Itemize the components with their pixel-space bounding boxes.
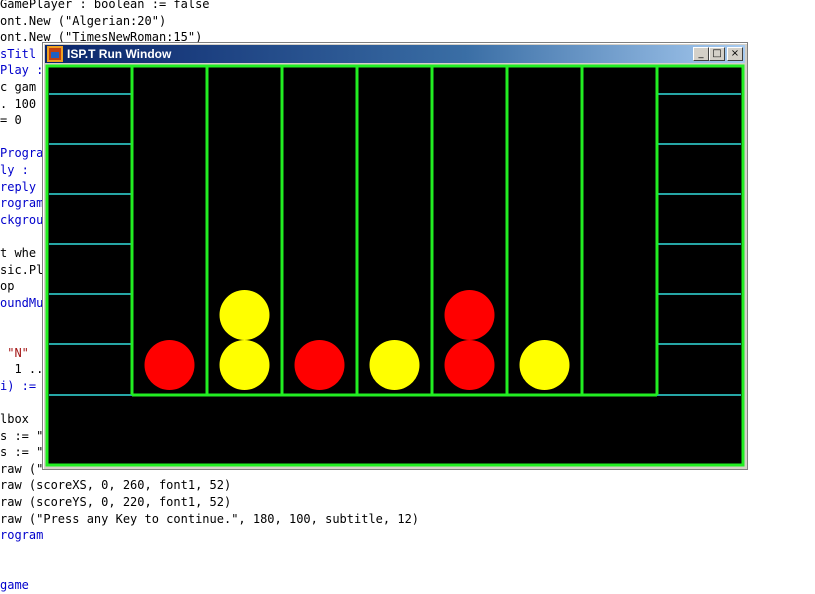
window-title: ISP.T Run Window <box>67 47 172 61</box>
yellow-piece <box>219 290 270 340</box>
code-line: . 100 <box>0 96 37 111</box>
code-line: raw (" <box>0 461 44 476</box>
code-line: raw (scoreXS, 0, 260, font1, 52) <box>0 478 232 493</box>
yellow-piece <box>519 340 570 390</box>
code-line: 1 .. <box>0 362 44 377</box>
code-line: Progra <box>0 146 44 161</box>
close-button[interactable]: × <box>727 47 743 61</box>
minimize-button[interactable]: _ <box>693 47 709 61</box>
red-piece <box>294 340 345 390</box>
run-window[interactable]: ISP.T Run Window _ □ × <box>42 42 748 470</box>
code-line: op <box>0 279 15 294</box>
window-titlebar[interactable]: ISP.T Run Window _ □ × <box>45 45 745 63</box>
code-line: GamePlayer : boolean := false <box>0 0 210 11</box>
code-line: lbox <box>0 412 29 426</box>
red-piece <box>444 290 495 340</box>
code-line: rogram <box>0 196 44 211</box>
code-line: = 0 <box>0 113 22 128</box>
code-line: t whe <box>0 246 37 260</box>
yellow-piece <box>369 340 420 390</box>
code-line: game <box>0 578 29 592</box>
code-line: raw ("Press any Key to continue.", 180, … <box>0 511 420 526</box>
code-line: Play : <box>0 63 44 78</box>
code-line: rogram <box>0 528 44 543</box>
red-piece <box>444 340 495 390</box>
code-line: s := " <box>0 428 44 443</box>
code-line: sTitl <box>0 46 37 61</box>
yellow-piece <box>219 340 270 390</box>
code-line: raw (scoreYS, 0, 220, font1, 52) <box>0 495 232 509</box>
code-line: oundMu <box>0 295 44 310</box>
app-icon <box>47 46 63 62</box>
code-line: reply <box>0 179 37 194</box>
board-background <box>45 64 745 467</box>
red-piece <box>144 340 195 390</box>
code-line: ckgrou <box>0 212 44 227</box>
code-line: "N" <box>0 345 29 360</box>
code-line: c gam <box>0 80 37 94</box>
code-line: ly : <box>0 163 29 177</box>
code-line: i) := <box>0 378 37 393</box>
code-line: s := " <box>0 445 44 460</box>
game-board[interactable] <box>45 64 745 467</box>
code-line: ont.New ("Algerian:20") <box>0 13 167 28</box>
code-line: sic.Pl <box>0 262 44 277</box>
maximize-button[interactable]: □ <box>709 47 725 61</box>
